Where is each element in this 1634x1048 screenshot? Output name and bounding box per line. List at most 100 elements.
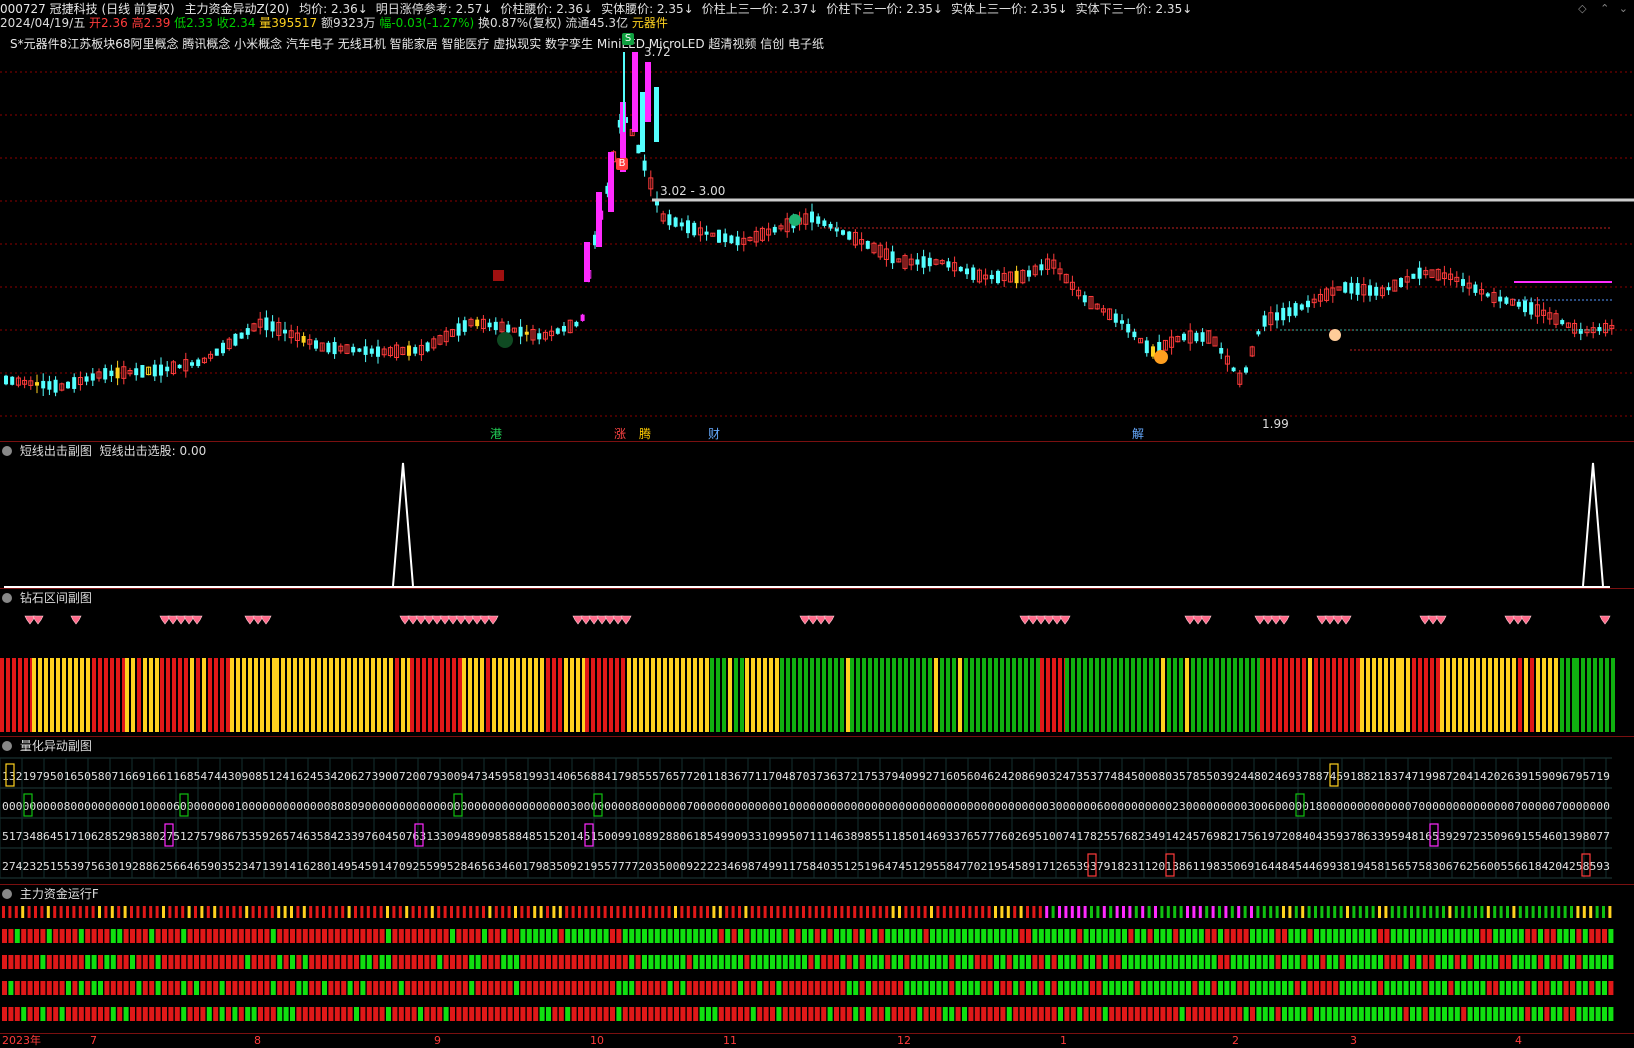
flow-bar (1320, 1007, 1326, 1021)
flow-bar (2, 906, 5, 918)
flow-bar (558, 1007, 564, 1021)
flow-bar (264, 929, 270, 943)
zone-bar (558, 658, 562, 732)
flow-bar (1026, 955, 1031, 969)
flow-bar (1403, 906, 1407, 918)
flow-bar (386, 929, 391, 943)
quant-anomaly-chart[interactable]: 1321979501650580716691661168547443090851… (0, 754, 1634, 884)
zone-bar (1575, 658, 1579, 732)
flow-bar (834, 906, 837, 918)
zone-bar (757, 658, 761, 732)
panel1-title-bar[interactable]: 短线出击副图 短线出击选股: 0.00 (2, 443, 206, 459)
indicator-name[interactable]: 主力资金异动Z(20) (184, 2, 289, 16)
zone-bar (480, 658, 484, 732)
flow-bar (1141, 1007, 1147, 1021)
flow-bar (482, 1007, 487, 1021)
flow-bar (738, 955, 743, 969)
header-value-0: 均价: 2.36↓ (299, 2, 368, 16)
flow-bar (718, 906, 722, 918)
flow-bar (1141, 906, 1145, 918)
flow-bar (1422, 929, 1428, 943)
flow-bar (174, 955, 180, 969)
zone-bar (1197, 658, 1201, 732)
panel2-title-bar[interactable]: 钻石区间副图 (2, 590, 92, 606)
flow-bar (1006, 906, 1010, 918)
flow-bar (488, 981, 494, 995)
zone-bar (856, 658, 860, 732)
flow-bar (968, 906, 972, 918)
flow-bar (475, 955, 481, 969)
panel3-title: 量化异动副图 (19, 739, 92, 753)
flow-bar (1160, 981, 1166, 995)
quant-number-row: 5173486451710628529838027512757986753592… (2, 830, 1610, 843)
signal-zhang: 涨 (614, 427, 627, 441)
zone-bar (1326, 658, 1330, 732)
zone-bar (840, 658, 844, 732)
flow-bar (910, 929, 916, 943)
quote-sector[interactable]: 元器件 (632, 16, 668, 30)
capital-flow-chart[interactable] (0, 902, 1634, 1034)
zone-bar (80, 658, 84, 732)
panel4-title-bar[interactable]: 主力资金运行F (2, 886, 99, 902)
flow-bar (1102, 955, 1108, 969)
flow-bar (104, 1007, 110, 1021)
zone-bar (1227, 658, 1231, 732)
flow-bar (949, 929, 955, 943)
collapse-icon[interactable] (2, 593, 12, 603)
flow-bar (1454, 981, 1460, 995)
flow-bar (597, 981, 603, 995)
flow-bar (1173, 1007, 1179, 1021)
flow-bar (290, 906, 293, 918)
flow-bar (1563, 906, 1567, 918)
flow-bar (693, 981, 699, 995)
flow-bar (782, 981, 788, 995)
flow-bar (974, 1007, 980, 1021)
zone-bar (166, 658, 170, 732)
flow-bar (539, 906, 543, 918)
flow-bar (1122, 906, 1125, 918)
candle-body (1113, 313, 1118, 323)
panel3-title-bar[interactable]: 量化异动副图 (2, 738, 92, 754)
flow-bar (405, 1007, 411, 1021)
flow-bar (1461, 929, 1467, 943)
stock-title[interactable]: 000727 冠捷科技 (日线 前复权) (0, 2, 175, 16)
flow-bar (398, 955, 404, 969)
flow-bar (245, 1007, 251, 1021)
flow-bar (686, 906, 690, 918)
flow-bar (520, 955, 526, 969)
flow-bar (1403, 929, 1409, 943)
flow-bar (738, 906, 741, 918)
zone-bar (1036, 658, 1040, 732)
diamond-toggle-icon[interactable]: ◇ (1578, 2, 1586, 15)
flow-bar (898, 906, 901, 918)
flow-bar (1147, 1007, 1153, 1021)
flow-bar (40, 981, 46, 995)
collapse-icon[interactable] (2, 741, 12, 751)
short-attack-chart[interactable] (0, 458, 1634, 588)
chevron-up-icon[interactable]: ⌃ (1600, 2, 1609, 15)
candlestick-chart[interactable] (0, 52, 1634, 442)
flow-bar (571, 955, 577, 969)
flow-bar (1576, 981, 1582, 995)
zone-bar (798, 658, 802, 732)
flow-bar (667, 955, 673, 969)
flow-bar (21, 981, 27, 995)
concept-list[interactable]: S*元器件8江苏板块68阿里概念 腾讯概念 小米概念 汽车电子 无线耳机 智能家… (10, 36, 824, 52)
window-controls[interactable]: ◇ ⌃ ⌄ (1578, 2, 1628, 15)
flow-bar (686, 955, 692, 969)
collapse-icon[interactable] (2, 889, 12, 899)
flow-bar (898, 981, 903, 995)
flow-bar (622, 906, 626, 918)
flow-bar (296, 906, 300, 918)
candle-body (314, 340, 318, 349)
zone-bar (1161, 658, 1165, 732)
zone-bar (862, 658, 866, 732)
chevron-down-icon[interactable]: ⌄ (1619, 2, 1628, 15)
collapse-icon[interactable] (2, 446, 12, 456)
flow-bar (98, 906, 101, 918)
diamond-zone-chart[interactable] (0, 606, 1634, 736)
candle-body (66, 381, 70, 389)
flow-bar (1538, 955, 1543, 969)
flow-bar (1077, 981, 1083, 995)
flow-bar (642, 955, 647, 969)
